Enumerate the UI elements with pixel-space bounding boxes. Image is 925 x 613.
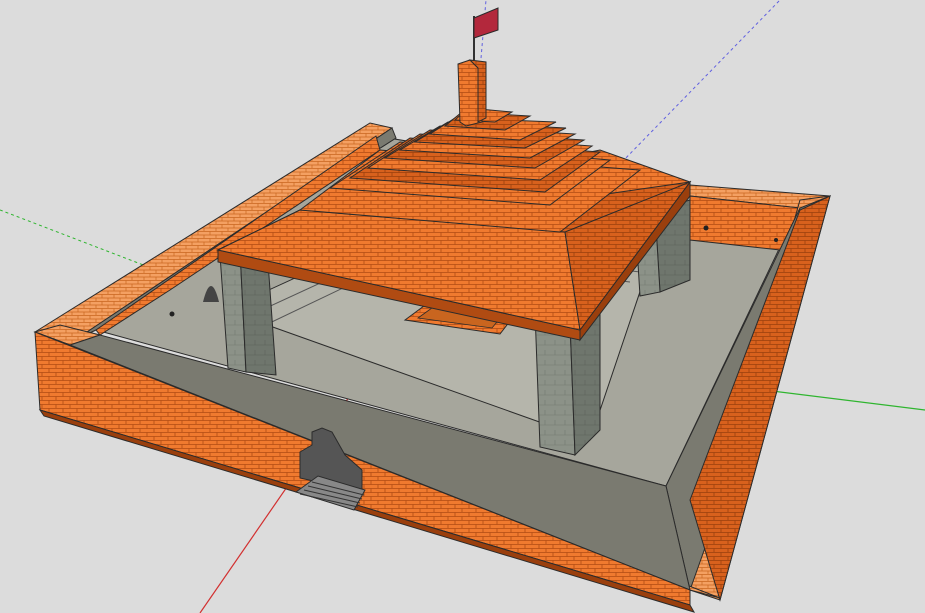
model-viewport[interactable]: [0, 0, 925, 613]
flag-icon: [473, 7, 499, 60]
scene-canvas[interactable]: [0, 0, 925, 613]
spire[interactable]: [457, 59, 487, 127]
wall-hole: [703, 225, 709, 231]
wall-hole: [169, 311, 175, 317]
wall-hole: [774, 238, 778, 242]
